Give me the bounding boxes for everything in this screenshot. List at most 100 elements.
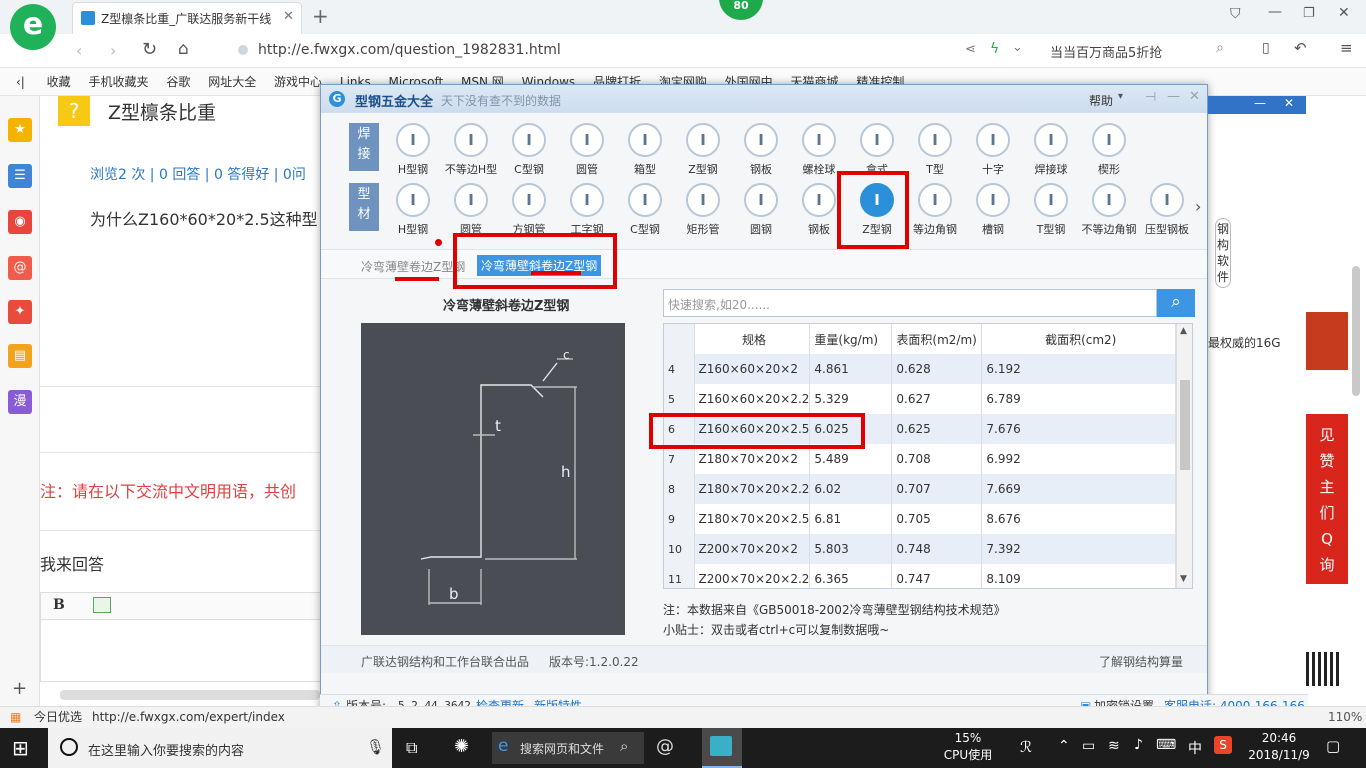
weld-type-item[interactable]: I 圆管 <box>559 123 615 179</box>
game-icon[interactable]: ✦ <box>8 300 32 324</box>
cell-section[interactable]: 6.192 <box>981 354 1176 384</box>
cell-section[interactable]: 6.992 <box>981 444 1176 474</box>
cell-spec[interactable]: Z180×70×20×2.2 <box>694 474 811 504</box>
quick-search-button[interactable]: ⌕ <box>1157 289 1195 317</box>
footer-learn-link[interactable]: 了解钢结构算量 <box>1099 653 1183 670</box>
mobile-icon[interactable]: ▯ <box>1262 40 1270 56</box>
dialog-minimize-icon[interactable]: — <box>1167 89 1180 104</box>
minimize-icon[interactable]: — <box>1268 4 1282 20</box>
profile-type-item[interactable]: I 圆管 <box>443 183 499 239</box>
help-dropdown-icon[interactable]: ▾ <box>1118 91 1123 102</box>
search-hint[interactable]: 当当百万商品5折抢 <box>1050 42 1162 61</box>
status-left[interactable]: 今日优选 <box>34 707 82 727</box>
bookmark-item[interactable]: 游戏中心 <box>274 68 322 95</box>
shirt-icon[interactable]: ⛉ <box>1230 6 1241 22</box>
score-badge[interactable]: 80 <box>719 0 763 20</box>
360-browser-icon[interactable]: @ <box>656 736 674 757</box>
cell-section[interactable]: 8.676 <box>981 504 1176 534</box>
people-icon[interactable]: ℛ <box>1020 738 1032 756</box>
scroll-thumb[interactable] <box>1180 380 1190 470</box>
qr-code-icon[interactable] <box>1306 652 1340 686</box>
profile-type-item[interactable]: I 压型钢板 <box>1139 183 1195 239</box>
zoom-level[interactable]: 110% <box>1328 707 1362 727</box>
star-icon[interactable]: ★ <box>8 118 32 142</box>
weld-type-item[interactable]: I H型钢 <box>385 123 441 179</box>
microphone-icon[interactable]: 🎙 <box>366 738 385 756</box>
cell-area[interactable]: 0.707 <box>891 474 983 504</box>
header-section[interactable]: 截面积(cm2) <box>981 324 1176 354</box>
dialog-close-icon[interactable]: ✕ <box>1189 89 1200 104</box>
tray-chevron-icon[interactable]: ⌃ <box>1058 738 1070 754</box>
cell-area[interactable]: 0.705 <box>891 504 983 534</box>
cell-weight[interactable]: 6.81 <box>809 504 893 534</box>
profile-type-item[interactable]: I H型钢 <box>385 183 441 239</box>
cell-spec[interactable]: Z160×60×20×2 <box>694 354 811 384</box>
bookmark-collapse-icon[interactable]: ‹| <box>16 68 25 95</box>
table-row[interactable]: 8 Z180×70×20×2.2 6.02 0.707 7.669 <box>664 474 1176 504</box>
table-row[interactable]: 4 Z160×60×20×2 4.861 0.628 6.192 <box>664 354 1176 384</box>
site-info-icon[interactable] <box>238 45 248 55</box>
subtab-lipped-z[interactable]: 冷弯薄壁卷边Z型钢 <box>361 258 465 275</box>
bookmark-item[interactable]: 手机收藏夹 <box>89 68 149 95</box>
profile-type-item[interactable]: I 工字钢 <box>559 183 615 239</box>
bookmark-item[interactable]: 网址大全 <box>208 68 256 95</box>
cell-idx[interactable]: 5 <box>664 384 695 414</box>
refresh-icon[interactable]: ↻ <box>142 39 157 60</box>
browser-taskbar-item[interactable]: e 搜索网页和文件 ⌕ <box>492 732 644 764</box>
forward-icon[interactable]: › <box>110 41 116 60</box>
weld-type-item[interactable]: I 十字 <box>965 123 1021 179</box>
table-scrollbar[interactable]: ▲ ▼ <box>1176 324 1192 588</box>
weibo-icon[interactable]: ◉ <box>8 210 32 234</box>
cell-area[interactable]: 0.628 <box>891 354 983 384</box>
close-icon[interactable]: ✕ <box>1338 5 1350 21</box>
browser-logo-icon[interactable]: e <box>10 4 56 50</box>
weld-type-item[interactable]: I 钢板 <box>733 123 789 179</box>
weld-type-item[interactable]: I 箱型 <box>617 123 673 179</box>
tab-close-icon[interactable]: ✕ <box>283 9 294 24</box>
book-icon[interactable]: ▤ <box>8 344 32 368</box>
scroll-down-icon[interactable]: ▼ <box>1180 574 1187 584</box>
menu-icon[interactable]: ≡ <box>1340 39 1353 57</box>
cell-section[interactable]: 7.676 <box>981 414 1176 444</box>
back-icon[interactable]: ‹ <box>76 41 82 60</box>
new-tab-button[interactable]: + <box>312 4 329 28</box>
lightning-icon[interactable]: ϟ <box>990 41 999 57</box>
cell-idx[interactable]: 11 <box>664 564 695 588</box>
mail-icon[interactable]: @ <box>8 256 32 280</box>
profile-type-item[interactable]: I 方钢管 <box>501 183 557 239</box>
page-scrollbar[interactable] <box>1352 266 1360 396</box>
wifi-icon[interactable]: ≋ <box>1108 738 1120 754</box>
volume-icon[interactable]: ♪ <box>1134 737 1143 753</box>
profile-type-item[interactable]: I T型钢 <box>1023 183 1079 239</box>
cell-area[interactable]: 0.625 <box>891 414 983 444</box>
list-icon[interactable]: ☰ <box>8 164 32 188</box>
mascot-popup[interactable]: 钢构软件 <box>1208 180 1238 300</box>
profile-type-item[interactable]: I 不等边角钢 <box>1081 183 1137 239</box>
maximize-icon[interactable]: ❐ <box>1303 6 1315 21</box>
weld-type-item[interactable]: I 楔形 <box>1081 123 1137 179</box>
cpu-meter[interactable]: 15% CPU使用 <box>938 730 998 764</box>
profile-type-item[interactable]: I 矩形管 <box>675 183 731 239</box>
right-ad-banner[interactable] <box>1306 312 1348 370</box>
sogou-icon[interactable]: S <box>1214 736 1232 754</box>
steel-app-taskbar-item[interactable] <box>702 728 742 768</box>
cell-section[interactable]: 7.392 <box>981 534 1176 564</box>
right-ad-strip[interactable]: 见 赞 主 们 Q 询 <box>1306 414 1348 584</box>
comic-icon[interactable]: 漫 <box>8 390 32 414</box>
weld-type-item[interactable]: I C型钢 <box>501 123 557 179</box>
dropdown-icon[interactable]: ⌄ <box>1012 40 1023 55</box>
popup-minimize-icon[interactable]: — <box>1254 96 1266 110</box>
cell-idx[interactable]: 9 <box>664 504 695 534</box>
bookmark-item[interactable]: 谷歌 <box>166 68 190 95</box>
taskbar-search[interactable]: 在这里输入你要搜索的内容 🎙 <box>48 728 392 768</box>
cell-weight[interactable]: 4.861 <box>809 354 893 384</box>
browser-tab-active[interactable]: Z型檩条比重_广联达服务新干线 ✕ <box>72 2 302 34</box>
cell-spec[interactable]: Z180×70×20×2.5 <box>694 504 811 534</box>
url-field[interactable]: http://e.fwxgx.com/question_1982831.html <box>258 42 561 58</box>
help-menu[interactable]: 帮助 <box>1089 92 1113 109</box>
cell-spec[interactable]: Z200×70×20×2 <box>694 534 811 564</box>
bookmark-item[interactable]: 收藏 <box>47 68 71 95</box>
cell-section[interactable]: 8.109 <box>981 564 1176 588</box>
table-row[interactable]: 10 Z200×70×20×2 5.803 0.748 7.392 <box>664 534 1176 564</box>
weld-type-item[interactable]: I T型 <box>907 123 963 179</box>
